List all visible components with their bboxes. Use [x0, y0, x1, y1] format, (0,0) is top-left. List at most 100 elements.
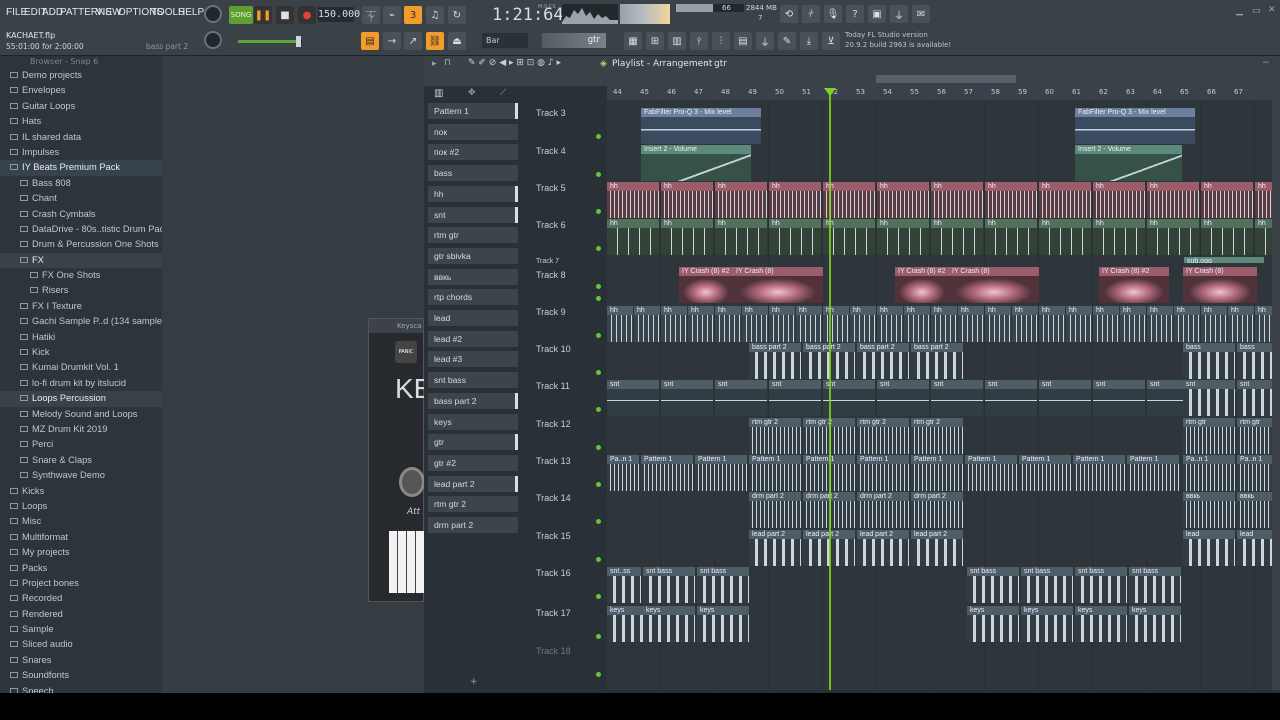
browser-item[interactable]: My projects: [0, 545, 162, 560]
playlist-clip[interactable]: hh: [715, 182, 767, 218]
microphone-button[interactable]: 🎙: [824, 5, 842, 23]
piano-icon[interactable]: ▥: [434, 88, 443, 99]
browser-item[interactable]: Chant: [0, 191, 162, 206]
playlist-clip[interactable]: hh: [688, 306, 714, 342]
attack-knob[interactable]: [399, 467, 425, 497]
track-mute-led[interactable]: [596, 172, 601, 177]
countdown-button[interactable]: 3: [404, 6, 422, 24]
browser-button[interactable]: ▤: [734, 32, 752, 50]
playlist-clip[interactable]: rtm gtr 2: [911, 418, 963, 454]
track-label[interactable]: Track 4: [536, 146, 566, 156]
browser-item[interactable]: Guitar Loops: [0, 99, 162, 114]
scroll-thumb[interactable]: [876, 75, 1016, 83]
browser-item[interactable]: Crash Cymbals: [0, 207, 162, 222]
playlist-clip[interactable]: Insert 2 - Volume: [1075, 145, 1182, 181]
track-mute-led[interactable]: [596, 557, 601, 562]
track-label[interactable]: Track 3: [536, 108, 566, 118]
panic-button[interactable]: PANIC: [395, 341, 417, 363]
browser-item[interactable]: FX One Shots: [0, 268, 162, 283]
add-track-icon[interactable]: ✥: [468, 88, 476, 98]
playlist-clip[interactable]: keys: [643, 606, 695, 642]
playlist-clip[interactable]: hh: [931, 219, 983, 255]
loop-record-button[interactable]: ↻: [448, 6, 466, 24]
playlist-clip[interactable]: keys: [697, 606, 749, 642]
playlist-clip[interactable]: hh: [796, 306, 822, 342]
playlist-clip[interactable]: bass: [1183, 343, 1235, 379]
master-volume-knob[interactable]: [204, 31, 222, 49]
pattern-item[interactable]: hh: [428, 185, 518, 202]
browser-item[interactable]: Multiformat: [0, 530, 162, 545]
pattern-item[interactable]: snt bass: [428, 372, 518, 389]
playlist-clip[interactable]: snt: [715, 380, 767, 416]
browser-item[interactable]: Impulses: [0, 145, 162, 160]
playlist-clip[interactable]: rtm gtr: [1183, 418, 1235, 454]
playlist-clip[interactable]: hh: [607, 306, 633, 342]
vertical-scrollbar[interactable]: [1272, 100, 1280, 690]
pattern-item[interactable]: gtr sbivka: [428, 247, 518, 264]
playlist-clip[interactable]: drm part 2: [911, 492, 963, 528]
browser-item[interactable]: Envelopes: [0, 83, 162, 98]
plugin-picker-button[interactable]: ⏚: [890, 5, 908, 23]
playlist-clip[interactable]: hh: [1201, 306, 1227, 342]
playlist-clip[interactable]: hh: [958, 306, 984, 342]
playlist-clip[interactable]: hh: [877, 306, 903, 342]
master-pitch-knob[interactable]: [204, 5, 222, 23]
playlist-clip[interactable]: snt: [661, 380, 713, 416]
playlist-clip[interactable]: hh: [607, 182, 659, 218]
browser-item[interactable]: Sample: [0, 622, 162, 637]
browser-item[interactable]: Snares: [0, 653, 162, 668]
browser-item[interactable]: Hats: [0, 114, 162, 129]
pattern-item[interactable]: rtp chords: [428, 289, 518, 306]
track-mute-led[interactable]: [596, 482, 601, 487]
close-icon[interactable]: −: [1262, 58, 1270, 68]
playlist-clip[interactable]: bass part 2: [857, 343, 909, 379]
browser-item[interactable]: Drum & Percussion One Shots: [0, 237, 162, 252]
play-button[interactable]: ❚❚: [254, 6, 272, 24]
playlist-clip[interactable]: bass part 2: [911, 343, 963, 379]
browser-item[interactable]: lo-fi drum kit by itslucid: [0, 376, 162, 391]
pattern-item[interactable]: drm part 2: [428, 517, 518, 533]
maximize-icon[interactable]: ▭: [1252, 6, 1261, 16]
playlist-clip[interactable]: hh: [769, 182, 821, 218]
pattern-item[interactable]: bass: [428, 165, 518, 182]
track-label[interactable]: Track 15: [536, 531, 571, 541]
playlist-clip[interactable]: Pattern 1: [965, 455, 1017, 491]
browser-item[interactable]: Demo projects: [0, 68, 162, 83]
pattern-item[interactable]: lead #3: [428, 351, 518, 368]
plugin-button[interactable]: ⏚: [756, 32, 774, 50]
playlist-clip[interactable]: ввкь: [1183, 492, 1235, 528]
snap-select[interactable]: Bar: [482, 33, 528, 48]
draw-tools-icon[interactable]: ✎ ✐ ⊘ ◀ ▸ ⊞ ⊡ ◍ ♪ ▸: [468, 58, 561, 68]
playlist-clip[interactable]: hh: [877, 182, 929, 218]
pattern-item[interactable]: bass part 2: [428, 392, 518, 409]
playlist-clip[interactable]: hh: [634, 306, 660, 342]
playlist-clip[interactable]: snt bass: [967, 567, 1019, 603]
playlist-clip[interactable]: hh: [1147, 219, 1199, 255]
playlist-clip[interactable]: hh: [1039, 219, 1091, 255]
browser-item[interactable]: Recorded: [0, 591, 162, 606]
playlist-clip[interactable]: IY Crash (8) #2: [1099, 267, 1169, 303]
browser-item[interactable]: Kick: [0, 345, 162, 360]
playlist-clip[interactable]: snt: [1093, 380, 1145, 416]
master-pitch-slider[interactable]: [238, 36, 302, 47]
track-label[interactable]: Track 10: [536, 344, 571, 354]
mixer-button[interactable]: ⫩: [802, 5, 820, 23]
playlist-clip[interactable]: hh: [742, 306, 768, 342]
playlist-clip[interactable]: hh: [1039, 306, 1065, 342]
playlist-clip[interactable]: hh: [715, 306, 741, 342]
playlist-view-button[interactable]: ▤: [361, 32, 379, 50]
playlist-clip[interactable]: IY Crash (8): [949, 267, 1039, 303]
playlist-clip[interactable]: snt bass: [697, 567, 749, 603]
snap-link-button[interactable]: ⛓: [426, 32, 444, 50]
pattern-item[interactable]: пок #2: [428, 144, 518, 161]
slide-button[interactable]: ↗: [404, 32, 422, 50]
track-mute-led[interactable]: [596, 672, 601, 677]
browser-item[interactable]: FX I Texture: [0, 299, 162, 314]
playlist-clip[interactable]: Pattern 1: [857, 455, 909, 491]
track-label[interactable]: Track 11: [536, 381, 570, 391]
browser-item[interactable]: Kicks: [0, 484, 162, 499]
playlist-clip[interactable]: keys: [1129, 606, 1181, 642]
browser-item[interactable]: DataDrive - 80s..tistic Drum Pack: [0, 222, 162, 237]
browser-item[interactable]: FX: [0, 252, 162, 269]
playlist-clip[interactable]: hh: [985, 306, 1011, 342]
